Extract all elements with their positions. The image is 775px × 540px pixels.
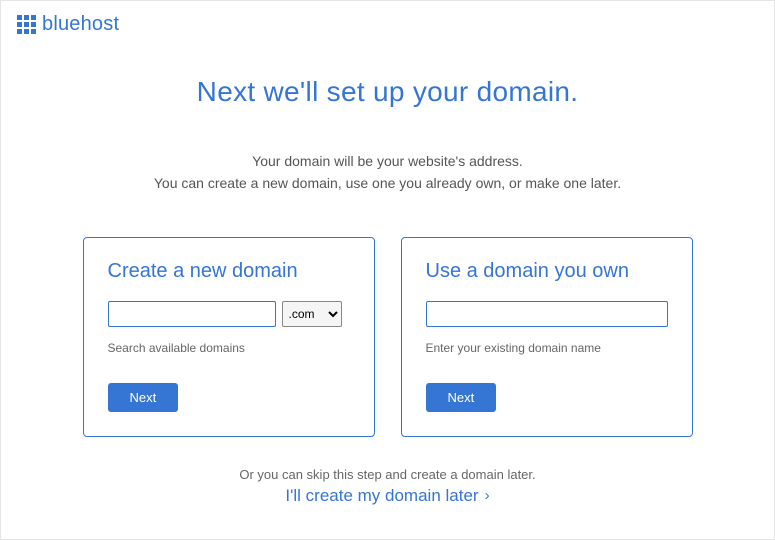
skip-link[interactable]: I'll create my domain later › xyxy=(285,486,489,506)
header: bluehost xyxy=(1,1,774,48)
skip-link-text: I'll create my domain later xyxy=(285,486,478,506)
own-domain-input-row xyxy=(426,301,668,327)
page-subtitle: Your domain will be your website's addre… xyxy=(1,150,774,195)
brand-name: bluehost xyxy=(42,13,119,36)
create-domain-input-row: .com xyxy=(108,301,350,327)
create-domain-next-button[interactable]: Next xyxy=(108,383,179,412)
own-domain-helper: Enter your existing domain name xyxy=(426,341,668,355)
tld-select[interactable]: .com xyxy=(282,301,342,327)
chevron-right-icon: › xyxy=(485,487,490,504)
logo-grid-icon xyxy=(17,15,36,34)
cards-container: Create a new domain .com Search availabl… xyxy=(1,237,774,437)
own-domain-card: Use a domain you own Enter your existing… xyxy=(401,237,693,437)
page-title: Next we'll set up your domain. xyxy=(1,76,774,108)
skip-section: Or you can skip this step and create a d… xyxy=(1,467,774,506)
create-domain-card: Create a new domain .com Search availabl… xyxy=(83,237,375,437)
new-domain-input[interactable] xyxy=(108,301,276,327)
own-domain-input[interactable] xyxy=(426,301,668,327)
subtitle-line-1: Your domain will be your website's addre… xyxy=(1,150,774,172)
own-domain-next-button[interactable]: Next xyxy=(426,383,497,412)
subtitle-line-2: You can create a new domain, use one you… xyxy=(1,172,774,194)
create-domain-helper: Search available domains xyxy=(108,341,350,355)
create-domain-title: Create a new domain xyxy=(108,260,350,283)
skip-prompt: Or you can skip this step and create a d… xyxy=(1,467,774,482)
own-domain-title: Use a domain you own xyxy=(426,260,668,283)
